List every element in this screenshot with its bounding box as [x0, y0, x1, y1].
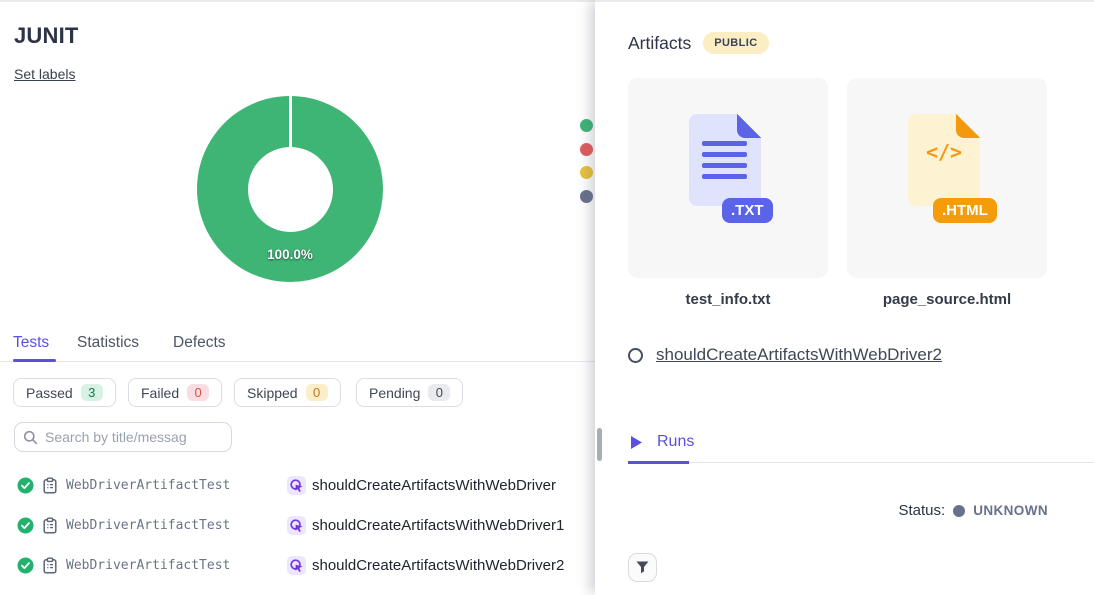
status-row: Status: UNKNOWN: [899, 502, 1049, 519]
legend-dot-unknown[interactable]: [580, 190, 593, 203]
filter-failed-button[interactable]: Failed 0: [128, 378, 222, 407]
filter-passed-label: Passed: [26, 385, 73, 401]
status-circle-icon: [628, 348, 643, 363]
set-labels-link[interactable]: Set labels: [14, 66, 75, 82]
search-input[interactable]: [45, 429, 223, 445]
filter-skipped-count: 0: [306, 384, 328, 401]
tab-defects[interactable]: Defects: [173, 334, 226, 352]
passed-check-icon: [17, 477, 34, 499]
linked-test-row: shouldCreateArtifactsWithWebDriver2: [628, 345, 942, 365]
artifacts-title: Artifacts: [628, 33, 691, 54]
test-suite-name: WebDriverArtifactTest: [66, 478, 230, 493]
passed-check-icon: [17, 517, 34, 539]
test-title: shouldCreateArtifactsWithWebDriver: [312, 477, 556, 494]
results-donut-chart[interactable]: 100.0%: [197, 96, 383, 282]
runs-filter-button[interactable]: [628, 553, 657, 582]
filter-pending-count: 0: [428, 384, 450, 401]
artifacts-header: Artifacts PUBLIC: [628, 32, 769, 54]
test-row[interactable]: WebDriverArtifactTest shouldCreateArtifa…: [0, 555, 596, 583]
filter-failed-count: 0: [187, 384, 209, 401]
passed-check-icon: [17, 557, 34, 579]
runs-divider-line: [689, 462, 1094, 463]
page-fold: [737, 114, 761, 138]
text-line: [702, 163, 747, 168]
tab-statistics[interactable]: Statistics: [77, 334, 139, 352]
page-title: JUNIT: [14, 23, 79, 49]
filter-skipped-button[interactable]: Skipped 0: [234, 378, 341, 407]
filter-passed-button[interactable]: Passed 3: [13, 378, 116, 407]
artifact-filename: page_source.html: [847, 291, 1047, 308]
html-file-icon: </>: [908, 114, 980, 206]
filter-pending-button[interactable]: Pending 0: [356, 378, 463, 407]
expand-triangle-icon: [631, 436, 642, 449]
filter-skipped-label: Skipped: [247, 385, 298, 401]
tab-bar: Tests Statistics Defects: [0, 332, 596, 362]
legend-dot-skipped[interactable]: [580, 166, 593, 179]
text-line: [702, 152, 747, 157]
donut-percentage-label: 100.0%: [197, 247, 383, 262]
funnel-icon: [636, 561, 649, 574]
legend-dot-passed[interactable]: [580, 119, 593, 132]
text-line: [702, 174, 747, 179]
clipboard-icon: [42, 477, 58, 499]
legend-dot-failed[interactable]: [580, 143, 593, 156]
runs-label: Runs: [657, 433, 694, 451]
test-suite-name: WebDriverArtifactTest: [66, 558, 230, 573]
public-badge: PUBLIC: [703, 32, 768, 54]
status-unknown-dot-icon: [953, 505, 965, 517]
filter-failed-label: Failed: [141, 385, 179, 401]
filter-pending-label: Pending: [369, 385, 420, 401]
automated-test-icon: [287, 476, 306, 495]
tab-tests[interactable]: Tests: [13, 334, 49, 352]
donut-hole: [248, 147, 333, 232]
artifacts-panel: Artifacts PUBLIC .TXT test_info.txt </> …: [595, 0, 1094, 595]
artifact-filename: test_info.txt: [628, 291, 828, 308]
artifact-card-html[interactable]: </> .HTML: [847, 78, 1047, 278]
page-fold: [956, 114, 980, 138]
clipboard-icon: [42, 517, 58, 539]
runs-expander[interactable]: Runs: [631, 433, 694, 451]
html-extension-badge: .HTML: [933, 198, 997, 223]
test-row[interactable]: WebDriverArtifactTest shouldCreateArtifa…: [0, 475, 596, 503]
test-row[interactable]: WebDriverArtifactTest shouldCreateArtifa…: [0, 515, 596, 543]
test-title: shouldCreateArtifactsWithWebDriver2: [312, 557, 564, 574]
donut-slice-gap: [289, 96, 292, 148]
txt-extension-badge: .TXT: [722, 198, 773, 223]
search-icon: [23, 430, 38, 445]
test-link[interactable]: shouldCreateArtifactsWithWebDriver2: [656, 345, 942, 365]
text-line: [702, 141, 747, 146]
status-value: UNKNOWN: [973, 503, 1048, 518]
artifact-card-txt[interactable]: .TXT: [628, 78, 828, 278]
test-title: shouldCreateArtifactsWithWebDriver1: [312, 517, 564, 534]
search-box: [14, 422, 232, 452]
test-suite-name: WebDriverArtifactTest: [66, 518, 230, 533]
report-panel: JUNIT Set labels 100.0% Tests Statistics…: [0, 0, 596, 595]
txt-file-icon: [689, 114, 761, 206]
status-label: Status:: [899, 502, 946, 519]
vertical-scrollbar-thumb[interactable]: [597, 428, 602, 461]
filter-passed-count: 3: [81, 384, 103, 401]
clipboard-icon: [42, 557, 58, 579]
automated-test-icon: [287, 516, 306, 535]
active-tab-underline: [13, 359, 56, 362]
code-glyph: </>: [908, 140, 980, 164]
runs-active-underline: [628, 461, 689, 464]
automated-test-icon: [287, 556, 306, 575]
